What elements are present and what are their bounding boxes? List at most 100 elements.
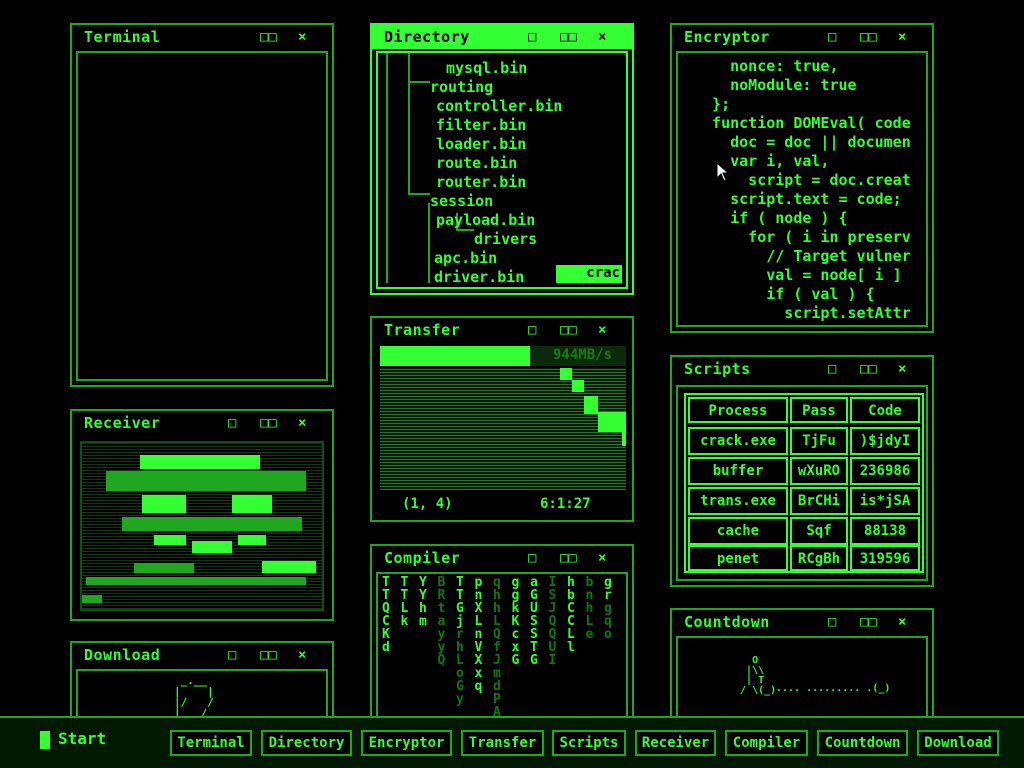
start-button[interactable]: Start xyxy=(40,729,106,749)
compiler-titlebar[interactable]: Compiler □ □□ × xyxy=(372,546,632,570)
maximize-icon[interactable]: □□ xyxy=(260,416,277,430)
code-line: doc = doc || documen xyxy=(694,133,911,151)
file-item[interactable]: apc.bin xyxy=(434,249,497,267)
tree-line xyxy=(408,193,430,195)
close-icon[interactable]: × xyxy=(298,30,306,44)
code-line: script.text = code; xyxy=(694,190,902,208)
minimize-icon[interactable]: □ xyxy=(828,615,836,629)
table-cell: 88138 xyxy=(850,517,920,545)
close-icon[interactable]: × xyxy=(298,416,306,430)
scripts-panel: Process Pass Code crack.exe TjFu )$jdyI … xyxy=(676,385,928,581)
maximize-icon[interactable]: □□ xyxy=(260,30,277,44)
folder-item[interactable]: routing xyxy=(430,78,493,96)
compiler-window[interactable]: Compiler □ □□ × TTQCKd TTLk YYhm BRtayyQ TTG… xyxy=(370,544,634,734)
directory-window[interactable]: Directory □ □□ × mysql.bin routing contr… xyxy=(370,23,634,295)
directory-titlebar[interactable]: Directory □ □□ × xyxy=(372,25,632,49)
maximize-icon[interactable]: □□ xyxy=(560,551,577,565)
window-title: Encryptor xyxy=(684,28,770,46)
runner-icon: O |\\ | T / \(_) xyxy=(740,655,777,696)
folder-item[interactable]: drivers xyxy=(474,230,537,248)
taskbar-item-encryptor[interactable]: Encryptor xyxy=(361,730,452,756)
signal-block xyxy=(154,535,186,545)
terminal-window[interactable]: Terminal □□ × xyxy=(70,23,334,387)
countdown-titlebar[interactable]: Countdown □ □□ × xyxy=(672,610,932,634)
minimize-icon[interactable]: □ xyxy=(528,551,536,565)
taskbar-item-receiver[interactable]: Receiver xyxy=(635,730,716,756)
code-line: if ( val ) { xyxy=(694,285,875,303)
maximize-icon[interactable]: □□ xyxy=(260,648,277,662)
table-cell: )$jdyI xyxy=(850,427,920,455)
matrix-column: pnXLnVXxq xyxy=(474,575,483,694)
matrix-column-faded: rhLoGy xyxy=(456,627,464,707)
encryptor-titlebar[interactable]: Encryptor □ □□ × xyxy=(672,25,932,49)
file-item[interactable]: driver.bin xyxy=(434,268,524,286)
code-line: // Target vulner xyxy=(694,247,911,265)
window-title: Directory xyxy=(384,28,470,46)
minimize-icon[interactable]: □ xyxy=(228,416,236,430)
transfer-panel: 944MB/s (1, 4) 6:1:27 xyxy=(380,346,626,514)
close-icon[interactable]: × xyxy=(898,362,906,376)
close-icon[interactable]: × xyxy=(898,615,906,629)
window-title: Download xyxy=(84,646,161,664)
taskbar: Start Terminal Directory Encryptor Trans… xyxy=(0,716,1024,768)
file-item[interactable]: router.bin xyxy=(436,173,526,191)
taskbar-item-countdown[interactable]: Countdown xyxy=(817,730,908,756)
taskbar-item-transfer[interactable]: Transfer xyxy=(461,730,544,756)
maximize-icon[interactable]: □□ xyxy=(860,362,877,376)
matrix-column: TTGj xyxy=(456,575,464,629)
file-item[interactable]: route.bin xyxy=(436,154,517,172)
minimize-icon[interactable]: □ xyxy=(528,323,536,337)
taskbar-item-download[interactable]: Download xyxy=(917,730,999,756)
minimize-icon[interactable]: □ xyxy=(528,30,536,44)
table-cell: trans.exe xyxy=(688,487,788,515)
window-title: Countdown xyxy=(684,613,770,631)
minimize-icon[interactable]: □ xyxy=(228,648,236,662)
transfer-titlebar[interactable]: Transfer □ □□ × xyxy=(372,318,632,342)
code-line: if ( node ) { xyxy=(694,209,848,227)
table-cell: RCgBh xyxy=(790,545,848,571)
code-line: function DOMEval( code xyxy=(694,114,911,132)
download-titlebar[interactable]: Download □ □□ × xyxy=(72,643,332,667)
transfer-block xyxy=(560,368,572,380)
taskbar-item-compiler[interactable]: Compiler xyxy=(725,730,808,756)
receiver-titlebar[interactable]: Receiver □ □□ × xyxy=(72,411,332,435)
window-title: Receiver xyxy=(84,414,161,432)
file-item[interactable]: filter.bin xyxy=(436,116,526,134)
matrix-column-faded: gqo xyxy=(604,601,612,642)
encryptor-window[interactable]: Encryptor □ □□ × nonce: true, noModule: … xyxy=(670,23,934,333)
folder-item[interactable]: session xyxy=(430,192,493,210)
file-item[interactable]: loader.bin xyxy=(436,135,526,153)
minimize-icon[interactable]: □ xyxy=(828,30,836,44)
transfer-window[interactable]: Transfer □ □□ × 944MB/s (1, 4) 6:1:27 xyxy=(370,316,634,522)
maximize-icon[interactable]: □□ xyxy=(860,30,877,44)
close-icon[interactable]: × xyxy=(898,30,906,44)
scripts-window[interactable]: Scripts □ □□ × Process Pass Code crack.e… xyxy=(670,355,934,587)
code-line: script.setAttr xyxy=(694,304,911,322)
maximize-icon[interactable]: □□ xyxy=(860,615,877,629)
close-icon[interactable]: × xyxy=(598,551,606,565)
start-label: Start xyxy=(58,729,107,748)
receiver-window[interactable]: Receiver □ □□ × xyxy=(70,409,334,621)
mouse-cursor-icon xyxy=(716,162,730,182)
close-icon[interactable]: × xyxy=(598,30,606,44)
crack-button[interactable]: crac xyxy=(556,265,622,283)
code-line: val = node[ i ] xyxy=(694,266,902,284)
table-cell: Sqf xyxy=(790,517,848,545)
close-icon[interactable]: × xyxy=(598,323,606,337)
taskbar-item-scripts[interactable]: Scripts xyxy=(552,730,626,756)
taskbar-item-terminal[interactable]: Terminal xyxy=(170,730,252,756)
file-item[interactable]: controller.bin xyxy=(436,97,562,115)
matrix-column: YYhm xyxy=(419,575,427,629)
file-item[interactable]: mysql.bin xyxy=(446,59,527,77)
terminal-titlebar[interactable]: Terminal □□ × xyxy=(72,25,332,49)
matrix-column: TTLk xyxy=(400,575,409,629)
minimize-icon[interactable]: □ xyxy=(828,362,836,376)
file-item[interactable]: payload.bin xyxy=(436,211,535,229)
close-icon[interactable]: × xyxy=(298,648,306,662)
maximize-icon[interactable]: □□ xyxy=(560,323,577,337)
tree-line xyxy=(408,81,430,83)
scripts-titlebar[interactable]: Scripts □ □□ × xyxy=(672,357,932,381)
terminal-output[interactable] xyxy=(76,51,328,381)
maximize-icon[interactable]: □□ xyxy=(560,30,577,44)
taskbar-item-directory[interactable]: Directory xyxy=(261,730,352,756)
